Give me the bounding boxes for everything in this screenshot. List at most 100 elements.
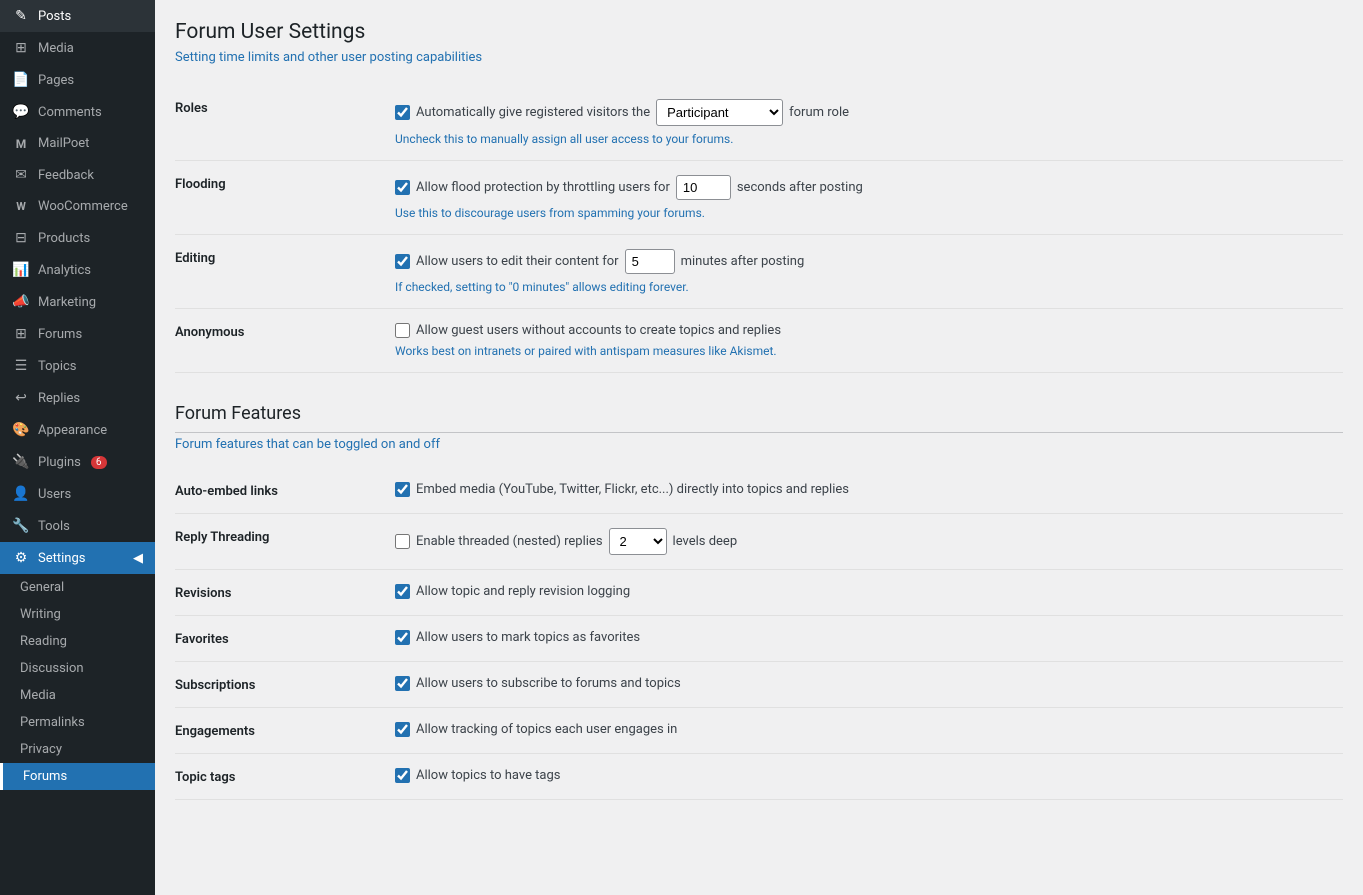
forum-features-section: Forum Features Forum features that can b… [175, 403, 1343, 800]
topic-tags-checkbox[interactable] [395, 768, 410, 783]
page-title: Forum User Settings [175, 20, 1343, 44]
flooding-seconds-input[interactable] [676, 175, 731, 200]
submenu-general[interactable]: General [0, 574, 155, 601]
editing-text-after: minutes after posting [681, 254, 805, 269]
flooding-text-after: seconds after posting [737, 180, 863, 195]
sidebar-item-feedback[interactable]: ✉ Feedback [0, 159, 155, 191]
revisions-control: Allow topic and reply revision logging [395, 584, 1343, 599]
engagements-label: Engagements [175, 722, 395, 739]
sidebar-item-plugins[interactable]: 🔌 Plugins 6 [0, 446, 155, 478]
marketing-icon: 📣 [12, 294, 30, 310]
sidebar-item-analytics[interactable]: 📊 Analytics [0, 254, 155, 286]
replies-icon: ↩ [12, 390, 30, 406]
features-title: Forum Features [175, 403, 1343, 433]
auto-embed-row: Auto-embed links Embed media (YouTube, T… [175, 468, 1343, 514]
anonymous-control-row: Allow guest users without accounts to cr… [395, 323, 1343, 338]
auto-embed-text: Embed media (YouTube, Twitter, Flickr, e… [416, 482, 849, 497]
favorites-text: Allow users to mark topics as favorites [416, 630, 640, 645]
roles-checkbox[interactable] [395, 105, 410, 120]
subscriptions-control: Allow users to subscribe to forums and t… [395, 676, 1343, 691]
anonymous-checkbox[interactable] [395, 323, 410, 338]
editing-label: Editing [175, 249, 395, 266]
favorites-control-row: Allow users to mark topics as favorites [395, 630, 1343, 645]
sidebar-item-forums[interactable]: ⊞ Forums [0, 318, 155, 350]
flooding-control-row: Allow flood protection by throttling use… [395, 175, 1343, 200]
revisions-row: Revisions Allow topic and reply revision… [175, 570, 1343, 616]
users-icon: 👤 [12, 486, 30, 502]
sidebar-item-woocommerce[interactable]: W WooCommerce [0, 191, 155, 222]
reply-threading-label: Reply Threading [175, 528, 395, 545]
sidebar-item-appearance[interactable]: 🎨 Appearance [0, 414, 155, 446]
editing-minutes-input[interactable] [625, 249, 675, 274]
anonymous-control: Allow guest users without accounts to cr… [395, 323, 1343, 358]
subscriptions-checkbox[interactable] [395, 676, 410, 691]
comments-icon: 💬 [12, 104, 30, 120]
reply-threading-row: Reply Threading Enable threaded (nested)… [175, 514, 1343, 570]
anonymous-label: Anonymous [175, 323, 395, 340]
sidebar-item-tools[interactable]: 🔧 Tools [0, 510, 155, 542]
roles-text-before: Automatically give registered visitors t… [416, 105, 650, 120]
roles-select[interactable]: Participant Subscriber Contributor Autho… [656, 99, 783, 126]
submenu-writing[interactable]: Writing [0, 601, 155, 628]
settings-icon: ⚙ [12, 550, 30, 566]
plugins-icon: 🔌 [12, 454, 30, 470]
submenu-permalinks[interactable]: Permalinks [0, 709, 155, 736]
sidebar-item-media[interactable]: ⊞ Media [0, 32, 155, 64]
sidebar-item-marketing[interactable]: 📣 Marketing [0, 286, 155, 318]
editing-text-before: Allow users to edit their content for [416, 254, 619, 269]
submenu-discussion[interactable]: Discussion [0, 655, 155, 682]
favorites-label: Favorites [175, 630, 395, 647]
favorites-control: Allow users to mark topics as favorites [395, 630, 1343, 645]
editing-control: Allow users to edit their content for mi… [395, 249, 1343, 294]
auto-embed-label: Auto-embed links [175, 482, 395, 499]
reply-threading-checkbox[interactable] [395, 534, 410, 549]
revisions-checkbox[interactable] [395, 584, 410, 599]
user-settings-section: Forum User Settings Setting time limits … [175, 20, 1343, 373]
editing-help: If checked, setting to "0 minutes" allow… [395, 280, 1343, 294]
sidebar-item-users[interactable]: 👤 Users [0, 478, 155, 510]
engagements-text: Allow tracking of topics each user engag… [416, 722, 677, 737]
subscriptions-label: Subscriptions [175, 676, 395, 693]
topic-tags-control-row: Allow topics to have tags [395, 768, 1343, 783]
topic-tags-text: Allow topics to have tags [416, 768, 561, 783]
sidebar-item-pages[interactable]: 📄 Pages [0, 64, 155, 96]
submenu-forums[interactable]: Forums [0, 763, 155, 790]
sidebar-item-replies[interactable]: ↩ Replies [0, 382, 155, 414]
reply-threading-control: Enable threaded (nested) replies 2 3 4 5… [395, 528, 1343, 555]
flooding-checkbox[interactable] [395, 180, 410, 195]
reply-threading-text-before: Enable threaded (nested) replies [416, 534, 603, 549]
revisions-control-row: Allow topic and reply revision logging [395, 584, 1343, 599]
submenu-reading[interactable]: Reading [0, 628, 155, 655]
roles-control: Automatically give registered visitors t… [395, 99, 1343, 146]
sidebar-item-posts[interactable]: ✎ Posts [0, 0, 155, 32]
roles-text-after: forum role [789, 105, 849, 120]
products-icon: ⊟ [12, 230, 30, 246]
topics-icon: ☰ [12, 358, 30, 374]
auto-embed-checkbox[interactable] [395, 482, 410, 497]
topic-tags-row: Topic tags Allow topics to have tags [175, 754, 1343, 800]
favorites-checkbox[interactable] [395, 630, 410, 645]
sidebar-item-settings[interactable]: ⚙ Settings ◀ [0, 542, 155, 574]
reply-threading-control-row: Enable threaded (nested) replies 2 3 4 5… [395, 528, 1343, 555]
sidebar: ✎ Posts ⊞ Media 📄 Pages 💬 Comments M Mai… [0, 0, 155, 895]
settings-arrow: ◀ [133, 551, 143, 566]
auto-embed-control: Embed media (YouTube, Twitter, Flickr, e… [395, 482, 1343, 497]
anonymous-row: Anonymous Allow guest users without acco… [175, 309, 1343, 373]
woocommerce-icon: W [12, 200, 30, 213]
features-subtitle: Forum features that can be toggled on an… [175, 437, 1343, 452]
submenu-privacy[interactable]: Privacy [0, 736, 155, 763]
editing-row: Editing Allow users to edit their conten… [175, 235, 1343, 309]
sidebar-item-products[interactable]: ⊟ Products [0, 222, 155, 254]
posts-icon: ✎ [12, 8, 30, 24]
reply-threading-depth-select[interactable]: 2 3 4 5 [609, 528, 667, 555]
engagements-checkbox[interactable] [395, 722, 410, 737]
topic-tags-control: Allow topics to have tags [395, 768, 1343, 783]
revisions-text: Allow topic and reply revision logging [416, 584, 630, 599]
settings-submenu: General Writing Reading Discussion Media… [0, 574, 155, 790]
submenu-media[interactable]: Media [0, 682, 155, 709]
sidebar-item-topics[interactable]: ☰ Topics [0, 350, 155, 382]
roles-help: Uncheck this to manually assign all user… [395, 132, 1343, 146]
editing-checkbox[interactable] [395, 254, 410, 269]
sidebar-item-mailpoet[interactable]: M MailPoet [0, 128, 155, 159]
sidebar-item-comments[interactable]: 💬 Comments [0, 96, 155, 128]
